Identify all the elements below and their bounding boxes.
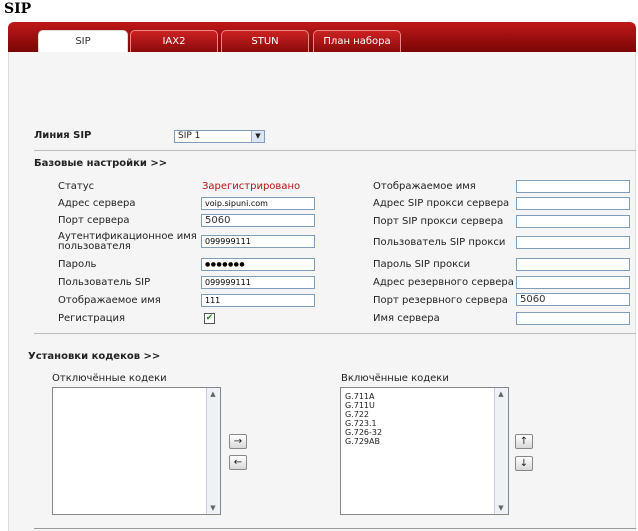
list-item[interactable]: G.729AB bbox=[345, 437, 380, 446]
registration-checkbox[interactable]: ✔ bbox=[204, 313, 215, 324]
codec-settings-header[interactable]: Установки кодеков >> bbox=[28, 351, 160, 362]
enabled-codecs-list[interactable]: G.711A G.711U G.722 G.723.1 G.726-32 G.7… bbox=[340, 387, 509, 515]
password-input[interactable]: ●●●●●●● bbox=[201, 258, 315, 271]
right-display-name-label: Отображаемое имя bbox=[373, 181, 476, 192]
server-address-label: Адрес сервера bbox=[58, 198, 136, 209]
proxy-port-input[interactable] bbox=[516, 215, 630, 228]
divider bbox=[34, 150, 636, 151]
move-left-button[interactable]: ← bbox=[229, 455, 247, 470]
sip-line-value: SIP 1 bbox=[178, 131, 201, 141]
proxy-address-label: Адрес SIP прокси сервера bbox=[373, 198, 510, 209]
tab-dial-plan[interactable]: План набора bbox=[313, 30, 401, 52]
sip-line-label: Линия SIP bbox=[34, 130, 92, 141]
page-title: SIP bbox=[4, 1, 32, 17]
tab-stun[interactable]: STUN bbox=[221, 30, 309, 52]
backup-port-label: Порт резервного сервера bbox=[373, 295, 508, 306]
move-up-button[interactable]: ↑ bbox=[515, 434, 533, 449]
tab-iax2[interactable]: IAX2 bbox=[130, 30, 218, 52]
proxy-user-label: Пользователь SIP прокси bbox=[373, 237, 506, 248]
server-address-input[interactable]: voip.sipuni.com bbox=[201, 197, 315, 210]
divider bbox=[34, 333, 636, 334]
backup-port-input[interactable]: 5060 bbox=[516, 293, 630, 306]
proxy-port-label: Порт SIP прокси сервера bbox=[373, 216, 504, 227]
sip-user-input[interactable]: 099999111 bbox=[201, 276, 315, 289]
proxy-address-input[interactable] bbox=[516, 197, 630, 210]
password-label: Пароль bbox=[58, 259, 97, 270]
right-display-name-input[interactable] bbox=[516, 180, 630, 193]
scrollbar[interactable]: ▲ ▼ bbox=[494, 388, 508, 514]
display-name-input[interactable]: 111 bbox=[201, 294, 315, 307]
disabled-codecs-list[interactable]: ▲ ▼ bbox=[52, 387, 221, 515]
sip-user-label: Пользователь SIP bbox=[58, 277, 151, 288]
move-down-button[interactable]: ↓ bbox=[515, 456, 533, 471]
scroll-down-icon[interactable]: ▼ bbox=[495, 502, 507, 514]
proxy-password-input[interactable] bbox=[516, 258, 630, 271]
tab-sip[interactable]: SIP bbox=[38, 30, 128, 52]
server-name-label: Имя сервера bbox=[373, 313, 440, 324]
list-item[interactable]: G.723.1 bbox=[345, 419, 377, 428]
checkmark-icon: ✔ bbox=[205, 313, 214, 323]
display-name-label: Отображаемое имя bbox=[58, 295, 161, 306]
scroll-up-icon[interactable]: ▲ bbox=[207, 388, 219, 400]
proxy-password-label: Пароль SIP прокси bbox=[373, 259, 471, 270]
status-label: Статус bbox=[58, 181, 95, 192]
registration-label: Регистрация bbox=[58, 313, 126, 324]
divider bbox=[34, 528, 636, 529]
chevron-down-icon: ▼ bbox=[251, 131, 264, 142]
list-item[interactable]: G.726-32 bbox=[345, 428, 382, 437]
server-port-input[interactable]: 5060 bbox=[201, 214, 315, 227]
auth-name-input[interactable]: 099999111 bbox=[201, 235, 315, 248]
enabled-codecs-label: Включённые кодеки bbox=[341, 373, 449, 384]
tab-bar: SIP IAX2 STUN План набора bbox=[8, 22, 636, 52]
server-name-input[interactable] bbox=[516, 312, 630, 325]
scroll-down-icon[interactable]: ▼ bbox=[207, 502, 219, 514]
status-value: Зарегистрировано bbox=[202, 181, 301, 192]
backup-address-input[interactable] bbox=[516, 276, 630, 289]
move-right-button[interactable]: → bbox=[229, 434, 247, 449]
disabled-codecs-label: Отключённые кодеки bbox=[52, 373, 167, 384]
scroll-up-icon[interactable]: ▲ bbox=[495, 388, 507, 400]
backup-address-label: Адрес резервного сервера bbox=[373, 277, 514, 288]
proxy-user-input[interactable] bbox=[516, 236, 630, 249]
list-item[interactable]: G.711U bbox=[345, 401, 375, 410]
basic-settings-header[interactable]: Базовые настройки >> bbox=[34, 158, 167, 169]
server-port-label: Порт сервера bbox=[58, 215, 130, 226]
list-item[interactable]: G.711A bbox=[345, 392, 374, 401]
scrollbar[interactable]: ▲ ▼ bbox=[206, 388, 220, 514]
auth-name-label: Аутентификационное имя пользователя bbox=[58, 232, 197, 252]
sip-line-select[interactable]: SIP 1 ▼ bbox=[174, 130, 265, 143]
list-item[interactable]: G.722 bbox=[345, 410, 369, 419]
auth-name-label-line2: пользователя bbox=[58, 241, 131, 252]
